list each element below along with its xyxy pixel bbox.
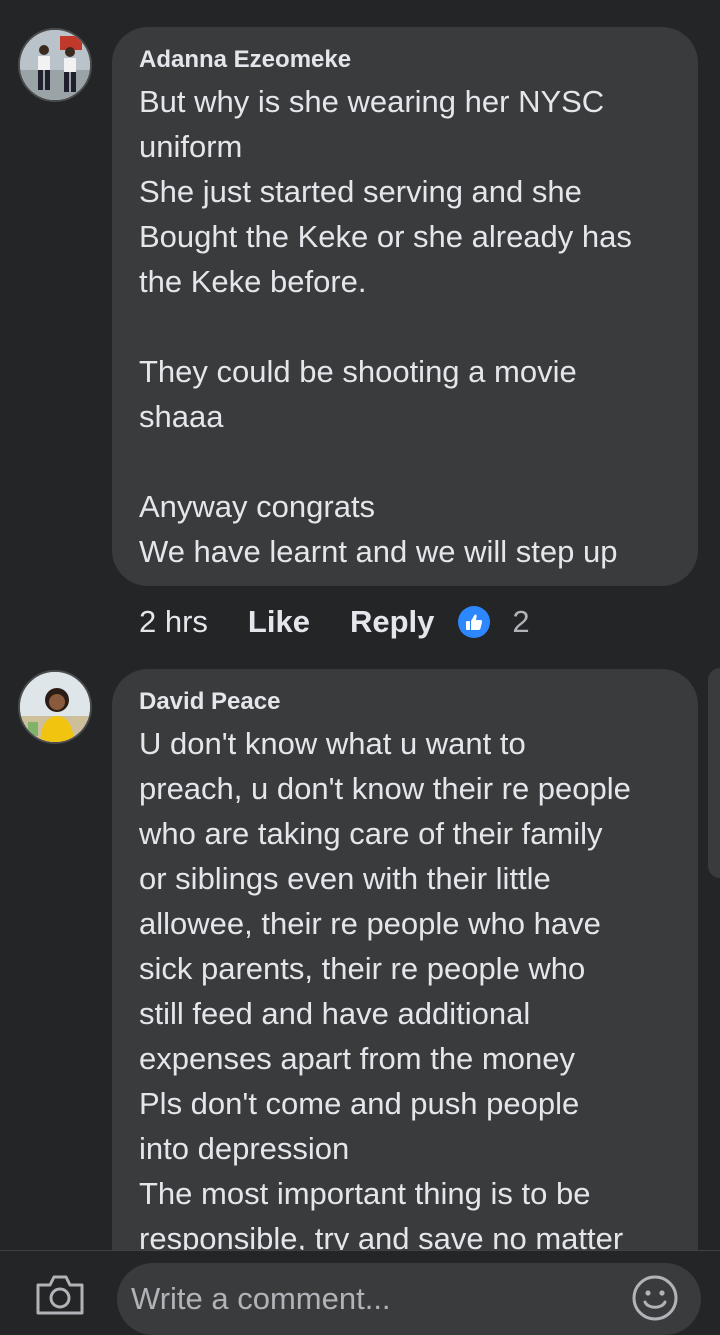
comment-input-placeholder: Write a comment...	[131, 1281, 391, 1316]
camera-icon[interactable]	[34, 1273, 86, 1322]
comment-bubble[interactable]: David Peace U don't know what u want to …	[112, 669, 698, 1309]
reply-button[interactable]: Reply	[350, 604, 434, 640]
comment-text: U don't know what u want to preach, u do…	[139, 726, 631, 1256]
reaction-count[interactable]: 2	[512, 604, 529, 640]
comment-author[interactable]: Adanna Ezeomeke	[139, 45, 674, 75]
comment-author[interactable]: David Peace	[139, 687, 674, 717]
comment-input[interactable]: Write a comment...	[117, 1263, 701, 1335]
comment-composer: Write a comment...	[0, 1250, 720, 1335]
emoji-icon[interactable]	[631, 1274, 679, 1327]
avatar-photo	[20, 30, 90, 100]
avatar[interactable]	[18, 670, 92, 744]
avatar-photo	[20, 672, 90, 742]
comment-timestamp[interactable]: 2 hrs	[139, 604, 208, 640]
like-button[interactable]: Like	[248, 604, 310, 640]
comment-text: But why is she wearing her NYSC uniform …	[139, 84, 632, 569]
scroll-handle[interactable]	[708, 668, 720, 878]
avatar[interactable]	[18, 28, 92, 102]
comment-actions: 2 hrs Like Reply 2	[139, 604, 530, 640]
thumbs-up-icon[interactable]	[458, 606, 491, 638]
comment-bubble[interactable]: Adanna Ezeomeke But why is she wearing h…	[112, 27, 698, 586]
